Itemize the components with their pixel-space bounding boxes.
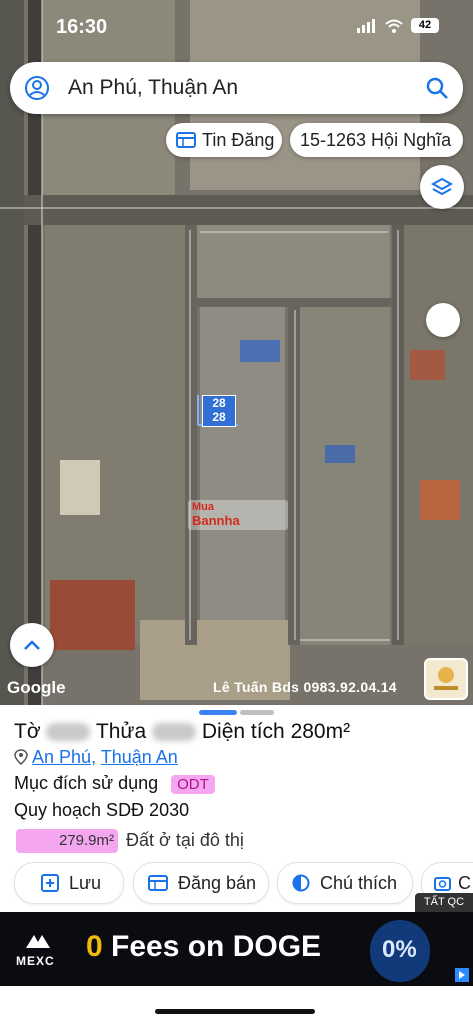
listing-icon [176,132,196,148]
ad-info-icon[interactable] [455,968,469,982]
purpose-code-badge: ODT [171,775,215,794]
status-icons: 42 [357,18,439,33]
account-icon[interactable] [24,75,50,101]
sheet-handle-active[interactable] [199,710,237,715]
ward-link[interactable]: An Phú [32,747,91,767]
tin-dang-label: Tin Đăng [202,129,275,150]
land-area-bar: 279.9m² [16,829,118,853]
ad-badge: 0% [370,920,430,982]
mexc-logo-icon [26,935,50,948]
title-prefix: Tờ [14,720,41,743]
location-pin-icon [14,749,28,765]
legend-button[interactable]: Chú thích [277,862,413,904]
close-ad-button[interactable]: TẤT QC [415,893,473,912]
tin-dang-chip[interactable]: Tin Đăng [166,123,282,157]
save-button[interactable]: Lưu [14,862,124,904]
district-link[interactable]: Thuận An [101,747,178,767]
map-thumbnail[interactable] [424,658,468,700]
address-label: 15-1263 Hội Nghĩa [300,129,452,150]
search-icon[interactable] [425,76,449,100]
camera-add-icon [434,877,451,891]
parcel-sheet: Tờ Thửa Diện tích 280m² An Phú, Thuận An… [0,705,473,912]
map-credit: Lê Tuấn Bds 0983.92.04.14 [213,679,397,695]
location-separator: , [91,747,101,767]
listing-icon [148,875,168,891]
contrast-icon [292,874,310,892]
ad-badge-text: 0% [382,936,417,963]
ad-headline: 0 Fees on DOGE [86,930,321,964]
marker-number-bottom: 28 [212,410,226,424]
parcel-title: Tờ Thửa Diện tích 280m² [14,720,350,744]
battery-level: 42 [418,19,432,31]
search-bar[interactable]: An Phú, Thuận An [10,62,463,114]
status-bar: 16:30 42 [0,14,473,44]
purpose-label: Mục đích sử dụng [14,773,159,793]
status-time: 16:30 [56,16,108,38]
watermark-line1: Mua [192,501,214,513]
layers-icon [431,177,453,196]
post-for-sale-button[interactable]: Đăng bán [133,862,269,904]
wifi-icon [385,19,403,33]
home-indicator[interactable] [155,1009,315,1014]
save-label: Lưu [69,872,102,893]
search-query[interactable]: An Phú, Thuận An [68,76,238,100]
expand-up-button[interactable] [10,623,54,667]
title-mid: Thửa [95,720,147,743]
sheet-handle[interactable] [240,710,274,715]
google-logo: Google [7,678,66,697]
chevron-up-icon [24,640,40,650]
land-use-purpose: Mục đích sử dụng ODT [14,773,215,794]
advertisement-banner[interactable]: MEXC 0 Fees on DOGE 0% [0,912,473,986]
bottom-safe-area [0,986,473,1024]
watermark-line2: Bannha [192,513,240,528]
legend-label: Chú thích [320,872,398,893]
location-button[interactable] [426,303,460,337]
address-chip[interactable]: 15-1263 Hội Nghĩa [290,123,463,157]
layers-button[interactable] [420,165,464,209]
signal-icon [357,18,375,33]
marker-number-top: 28 [212,396,226,410]
post-label: Đăng bán [178,872,257,893]
plan-label: Quy hoạch SDĐ 2030 [14,800,190,820]
more-label: C [458,872,471,893]
land-type-label: Đất ở tại đô thị [126,830,244,850]
parcel-marker[interactable]: 28 28 [202,395,236,427]
watermark-logo: Mua Bannha [188,500,288,530]
redacted-sheet-number [46,723,91,742]
bookmark-add-icon [41,874,59,892]
battery-icon: 42 [411,18,439,33]
thumbnail-icon [434,667,458,690]
ad-zero: 0 [86,930,103,963]
ad-brand: MEXC [16,954,55,968]
parcel-location: An Phú, Thuận An [14,747,178,768]
ad-headline-text: Fees on DOGE [102,930,322,963]
title-area: Diện tích 280m² [201,720,351,743]
redacted-parcel-number [152,723,197,742]
